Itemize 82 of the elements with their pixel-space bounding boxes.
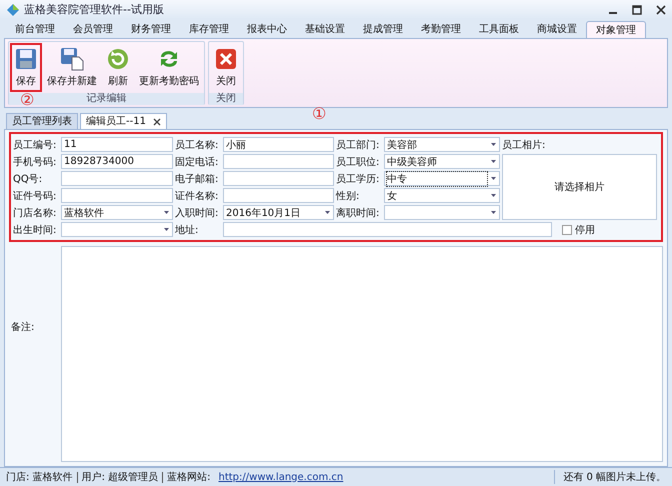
field-label: 证件号码: (13, 190, 58, 202)
input-field[interactable]: 11 (61, 137, 173, 152)
dropdown-arrow-icon (490, 211, 496, 214)
field-label: 证件名称: (175, 190, 220, 202)
dropdown[interactable]: 中专 (384, 171, 500, 186)
input-field[interactable]: 小丽 (223, 137, 334, 152)
window-title: 蓝格美容院管理软件--试用版 (24, 2, 164, 17)
remarks-field[interactable] (61, 246, 663, 462)
field-label: 员工职位: (336, 156, 380, 168)
close-icon (214, 47, 238, 71)
menu-tab[interactable]: 考勤管理 (412, 21, 470, 38)
dropdown-arrow-icon (164, 211, 168, 214)
dropdown-arrow-icon (164, 228, 168, 231)
dropdown[interactable]: 美容部 (384, 137, 500, 152)
menu-tab[interactable]: 库存管理 (180, 21, 238, 38)
checkbox[interactable]: 停用 (554, 222, 657, 236)
field-label: QQ号: (13, 172, 44, 186)
floppy-document-icon (60, 47, 84, 71)
input-field[interactable] (223, 222, 552, 237)
refresh-icon (106, 47, 130, 71)
menu-tab[interactable]: 报表中心 (238, 21, 296, 38)
field-label: 门店名称: (13, 206, 58, 220)
ribbon-button[interactable]: 保存并新建 (43, 43, 101, 92)
field-label: 固定电话: (175, 156, 220, 168)
close-icon[interactable] (656, 4, 666, 14)
maximize-icon[interactable] (632, 4, 642, 14)
menu-tab[interactable]: 财务管理 (122, 21, 180, 38)
menu-tab[interactable]: 商城设置 (528, 21, 586, 38)
input-field[interactable] (61, 171, 173, 186)
field-label: 性别: (336, 190, 360, 202)
menu-tab[interactable]: 工具面板 (470, 21, 528, 38)
menu-tab[interactable]: 前台管理 (6, 21, 64, 38)
floppy-icon (14, 47, 38, 71)
photo-area[interactable]: 请选择相片 (502, 154, 657, 220)
field-label: 员工相片: (502, 138, 546, 152)
input-field[interactable] (223, 188, 334, 203)
dropdown[interactable] (61, 222, 173, 237)
dropdown[interactable] (384, 205, 500, 220)
field-label: 员工编号: (13, 138, 58, 152)
menu-tab[interactable]: 基础设置 (296, 21, 354, 38)
annotation-number: ② (20, 91, 34, 108)
dropdown[interactable]: 2016年10月1日 (223, 205, 334, 220)
status-text: 蓝格网站: (167, 470, 210, 484)
dropdown[interactable]: 女 (384, 188, 500, 203)
field-label: 出生时间: (13, 224, 58, 236)
website-link[interactable]: http://www.lange.com.cn (218, 472, 344, 482)
dropdown-arrow-icon (490, 143, 496, 146)
close-icon[interactable] (152, 118, 161, 126)
dropdown[interactable]: 中级美容师 (384, 154, 500, 169)
dropdown-arrow-icon (490, 177, 496, 180)
dropdown[interactable]: 蓝格软件 (61, 205, 173, 220)
input-field[interactable] (223, 154, 334, 169)
input-field[interactable]: 18928734000 (61, 154, 173, 169)
field-label: 员工名称: (175, 138, 220, 152)
menu-tab[interactable]: 对象管理 (586, 21, 646, 38)
status-text: 门店: 蓝格软件 (6, 470, 73, 484)
group-title: 关闭 (209, 93, 243, 105)
field-label: 地址: (175, 224, 200, 236)
menu-tab[interactable]: 提成管理 (354, 21, 412, 38)
status-text: 用户: 超级管理员 (82, 470, 158, 484)
annotation-number: ① (312, 104, 326, 123)
ribbon-button[interactable]: 关闭 (210, 43, 242, 92)
dropdown-arrow-icon (324, 211, 330, 214)
diamond-icon (6, 2, 20, 16)
field-label: 电子邮箱: (175, 172, 220, 186)
dropdown-arrow-icon (490, 160, 496, 163)
field-label: 备注: (10, 320, 36, 334)
field-label: 手机号码: (13, 156, 58, 168)
ribbon-button[interactable]: 保存 (10, 43, 42, 92)
ribbon-button[interactable]: 刷新 (102, 43, 134, 92)
dropdown-arrow-icon (490, 194, 496, 197)
field-label: 离职时间: (336, 206, 380, 220)
ribbon-button[interactable]: 更新考勤密码 (135, 43, 203, 92)
input-field[interactable] (223, 171, 334, 186)
field-label: 员工学历: (336, 172, 380, 186)
menu-tab[interactable]: 会员管理 (64, 21, 122, 38)
document-tab[interactable]: 编辑员工--11 (80, 113, 167, 129)
upload-status: 还有 0 幅图片未上传。 (554, 470, 666, 484)
field-label: 入职时间: (175, 206, 220, 220)
field-label: 员工部门: (336, 138, 380, 152)
input-field[interactable] (61, 188, 173, 203)
document-tab[interactable]: 员工管理列表 (6, 113, 78, 129)
